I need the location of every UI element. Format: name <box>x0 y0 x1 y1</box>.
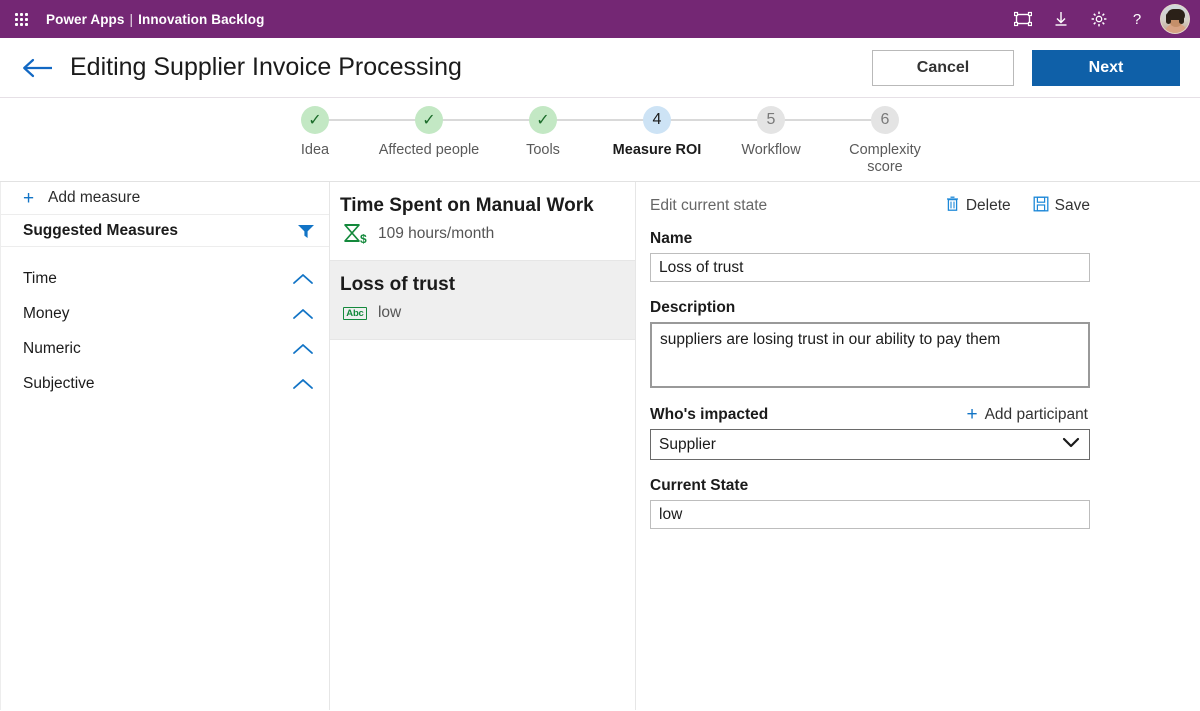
measure-card-value-row: $109 hours/month <box>340 222 619 246</box>
measure-category-label: Time <box>23 269 57 287</box>
check-icon: ✓ <box>529 106 557 134</box>
brand-area[interactable]: Power Apps | Innovation Backlog <box>46 12 264 27</box>
next-button[interactable]: Next <box>1032 49 1180 86</box>
stepper-step-6[interactable]: 6 Complexity score <box>828 106 942 176</box>
description-field-label: Description <box>650 299 736 316</box>
stepper-step-5[interactable]: 5 Workflow <box>714 106 885 159</box>
measure-card[interactable]: Loss of trust Abc low <box>329 261 635 340</box>
stepper-number: 5 <box>757 106 785 134</box>
app-name: Innovation Backlog <box>138 11 265 27</box>
impacted-row: Who's impacted + Add participant <box>650 405 1090 424</box>
stepper-connector <box>315 119 429 121</box>
measure-category-list: Time Money Numeric Subjective <box>1 247 329 401</box>
stepper-connector <box>657 119 771 121</box>
frame-icon[interactable] <box>1004 0 1042 38</box>
command-bar: Editing Supplier Invoice Processing Canc… <box>0 38 1200 98</box>
app-launcher-icon[interactable] <box>6 4 36 34</box>
measure-card-value: low <box>377 304 402 321</box>
stepper-number: 4 <box>643 106 671 134</box>
current-state-input[interactable]: low <box>650 500 1090 529</box>
chevron-up-icon[interactable] <box>291 307 315 321</box>
measure-category-subjective[interactable]: Subjective <box>1 366 329 401</box>
suggested-measures-header: Suggested Measures <box>1 215 329 247</box>
add-measure-label: Add measure <box>48 189 141 206</box>
chevron-up-icon[interactable] <box>291 342 315 356</box>
stepper-step-label: Tools <box>526 142 560 158</box>
save-disk-icon <box>1033 196 1049 217</box>
add-participant-label: Add participant <box>984 405 1088 423</box>
stepper-step-label: Complexity score <box>849 142 921 175</box>
check-icon: ✓ <box>415 106 443 134</box>
current-state-field-label: Current State <box>650 477 749 494</box>
wizard-stepper: ✓ Idea ✓ Affected people ✓ Tools 4 Measure ROI 5… <box>0 98 1200 182</box>
impacted-selected-value: Supplier <box>659 435 716 453</box>
name-field-label: Name <box>650 230 693 247</box>
measure-card-value-row: Abc low <box>340 301 619 325</box>
stepper-connector <box>771 119 885 121</box>
top-app-bar: Power Apps | Innovation Backlog ? <box>0 0 1200 38</box>
brand-separator: | <box>129 11 134 27</box>
page-title: Editing Supplier Invoice Processing <box>70 53 462 81</box>
stepper-step-label: Workflow <box>741 142 801 158</box>
filter-icon[interactable] <box>297 223 315 239</box>
measure-card-value: 109 hours/month <box>377 225 495 242</box>
measure-card-title: Loss of trust <box>339 274 456 295</box>
chevron-up-icon[interactable] <box>291 377 315 391</box>
measure-category-money[interactable]: Money <box>1 296 329 331</box>
description-input[interactable]: suppliers are losing trust in our abilit… <box>650 322 1090 388</box>
stepper-step-2[interactable]: ✓ Affected people <box>372 106 543 159</box>
help-icon[interactable]: ? <box>1118 0 1156 38</box>
download-icon[interactable] <box>1042 0 1080 38</box>
measures-sidebar: + Add measure Suggested Measures Time Mon… <box>0 182 330 710</box>
measure-category-label: Subjective <box>23 374 95 392</box>
stepper-connector <box>543 119 657 121</box>
stepper-step-3[interactable]: ✓ Tools <box>486 106 657 159</box>
name-input[interactable]: Loss of trust <box>650 253 1090 282</box>
add-measure-button[interactable]: + Add measure <box>1 182 329 215</box>
cancel-button[interactable]: Cancel <box>872 49 1014 86</box>
abc-icon: Abc <box>340 301 370 325</box>
svg-text:?: ? <box>1133 11 1141 28</box>
check-icon: ✓ <box>301 106 329 134</box>
impacted-select[interactable]: Supplier <box>650 429 1090 460</box>
svg-text:$: $ <box>360 232 367 246</box>
delete-label: Delete <box>965 197 1011 214</box>
hourglass-dollar-icon: $ <box>340 222 370 246</box>
chevron-down-icon <box>1061 436 1081 454</box>
stepper-step-label: Idea <box>300 142 330 158</box>
save-button[interactable]: Save <box>1033 196 1090 217</box>
stepper-step-label: Affected people <box>378 142 480 158</box>
detail-header: Edit current state Delete Save <box>650 196 1090 216</box>
brand-name: Power Apps <box>46 11 125 27</box>
trash-icon <box>945 195 960 217</box>
measure-category-label: Money <box>23 304 70 322</box>
avatar[interactable] <box>1160 4 1190 34</box>
content-area: + Add measure Suggested Measures Time Mon… <box>0 182 1200 710</box>
suggested-measures-title: Suggested Measures <box>23 221 179 239</box>
measure-detail-panel: Edit current state Delete Save Name Loss… <box>636 182 1200 710</box>
measure-card[interactable]: Time Spent on Manual Work $109 hours/mont… <box>329 182 635 261</box>
save-label: Save <box>1054 197 1090 214</box>
impacted-field-label: Who's impacted <box>650 405 769 423</box>
abc-glyph: Abc <box>343 306 367 320</box>
stepper-number: 6 <box>871 106 899 134</box>
delete-button[interactable]: Delete <box>945 195 1011 217</box>
measure-category-numeric[interactable]: Numeric <box>1 331 329 366</box>
stepper-connector <box>429 119 543 121</box>
measure-category-label: Numeric <box>23 339 81 357</box>
stepper-step-4[interactable]: 4 Measure ROI <box>600 106 771 159</box>
measure-card-title: Time Spent on Manual Work <box>339 195 594 216</box>
plus-icon: + <box>966 404 978 425</box>
stepper-step-label: Measure ROI <box>612 142 702 158</box>
stepper-step-1[interactable]: ✓ Idea <box>258 106 429 159</box>
add-participant-button[interactable]: + Add participant <box>966 405 1088 424</box>
back-arrow-icon[interactable] <box>18 48 58 88</box>
chevron-up-icon[interactable] <box>291 272 315 286</box>
plus-icon: + <box>23 187 35 209</box>
gear-icon[interactable] <box>1080 0 1118 38</box>
measure-list: Time Spent on Manual Work $109 hours/mont… <box>329 182 636 710</box>
measure-category-time[interactable]: Time <box>1 261 329 296</box>
edit-current-state-label: Edit current state <box>650 197 768 214</box>
